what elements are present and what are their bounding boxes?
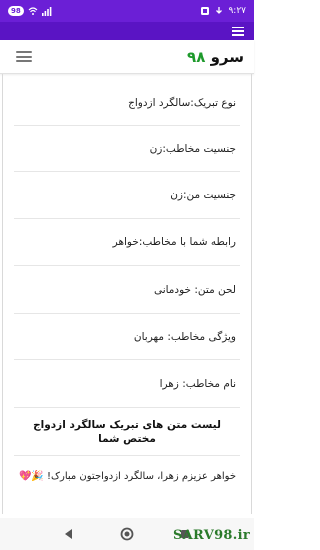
form-summary-list: نوع تبریک:سالگرد ازدواج جنسیت مخاطب:زن ج…: [14, 80, 240, 496]
row-label: نوع تبریک:سالگرد ازدواج: [128, 96, 236, 109]
summary-row-relationship: رابطه شما با مخاطب:خواهر: [14, 219, 240, 266]
watermark: SARV98.ir: [172, 528, 250, 543]
site-logo[interactable]: سرو ۹۸: [185, 48, 244, 66]
results-heading: لیست متن های تبریک سالگرد ازدواج مختص شم…: [14, 408, 240, 456]
row-label: لحن متن: خودمانی: [153, 283, 236, 296]
summary-row-recipient-trait: ویژگی مخاطب: مهربان: [14, 314, 240, 360]
hamburger-menu-icon[interactable]: [16, 51, 32, 62]
row-label: ویژگی مخاطب: مهربان: [133, 330, 236, 343]
row-label: رابطه شما با مخاطب:خواهر: [112, 236, 236, 248]
summary-row-my-gender: جنسیت من:زن: [14, 172, 240, 219]
alarm-icon: [201, 7, 210, 15]
summary-row-recipient-name: نام مخاطب: زهرا: [14, 360, 240, 408]
signal-icon: [41, 7, 52, 16]
logo-number: ۹۸: [187, 47, 206, 66]
row-label: جنسیت مخاطب:زن: [149, 142, 236, 155]
app-bar-strip: [0, 22, 254, 40]
summary-row-tone: لحن متن: خودمانی: [14, 266, 240, 314]
result-message-text: خواهر عزیزم زهرا، سالگرد ازدواجتون مبارک…: [18, 470, 236, 482]
row-label: نام مخاطب: زهرا: [159, 377, 236, 390]
summary-row-recipient-gender: جنسیت مخاطب:زن: [14, 126, 240, 172]
status-left-icons: 98: [8, 6, 52, 16]
status-right-icons: ۹:۲۷: [200, 6, 246, 16]
clock: ۹:۲۷: [228, 6, 246, 16]
logo-text: سرو: [210, 47, 244, 66]
result-message[interactable]: خواهر عزیزم زهرا، سالگرد ازدواجتون مبارک…: [14, 456, 240, 496]
wifi-icon: [28, 7, 38, 15]
home-circle-icon[interactable]: [120, 527, 134, 541]
summary-row-greeting-type: نوع تبریک:سالگرد ازدواج: [14, 80, 240, 126]
battery-indicator: 98: [8, 6, 24, 16]
status-bar: 98 ۹:۲۷: [0, 0, 254, 22]
overflow-menu-icon[interactable]: [232, 26, 244, 36]
site-header: سرو ۹۸: [0, 40, 254, 74]
notification-icon: [216, 7, 223, 14]
back-triangle-icon[interactable]: [62, 527, 76, 541]
row-label: جنسیت من:زن: [170, 189, 236, 201]
